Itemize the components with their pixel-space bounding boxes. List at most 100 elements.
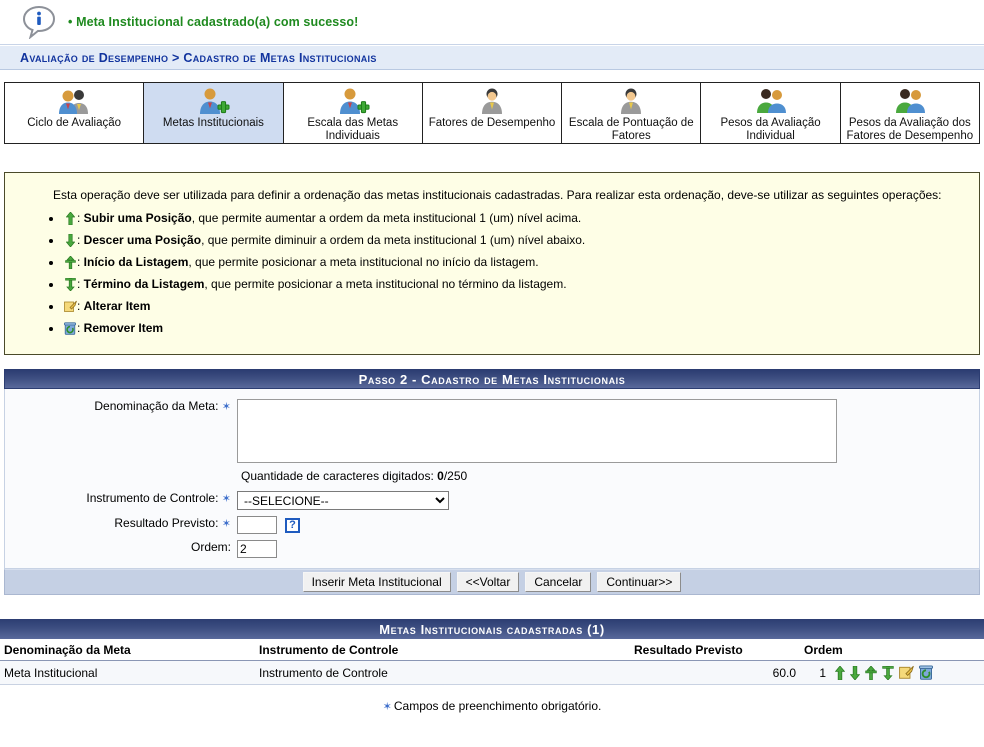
- cell-ordem-actions: 1: [800, 660, 984, 685]
- instruction-desc: , que permite posicionar a meta instituc…: [204, 277, 567, 291]
- table-head: Denominação da Meta Instrumento de Contr…: [0, 639, 984, 661]
- column-ordem: Ordem: [800, 639, 984, 661]
- delete-icon: [63, 322, 77, 340]
- results-table-wrap: Metas Institucionais cadastradas (1) Den…: [0, 619, 984, 685]
- field-row-denominacao: Denominação da Meta: ✶: [5, 399, 979, 463]
- character-counter: Quantidade de caracteres digitados: 0/25…: [241, 469, 979, 483]
- cancelar-button[interactable]: Cancelar: [525, 572, 592, 592]
- form-section-header: Passo 2 - Cadastro de Metas Instituciona…: [4, 369, 980, 389]
- move-to-top-icon: [63, 255, 77, 274]
- metas-institucionais-table: Denominação da Meta Instrumento de Contr…: [0, 639, 984, 685]
- form-button-row: Inserir Meta Institucional <<Voltar Canc…: [4, 569, 980, 595]
- resultado-label-text: Resultado Previsto:: [114, 516, 219, 530]
- form-body: Denominação da Meta: ✶ Quantidade de car…: [4, 389, 980, 569]
- instrumento-control: --SELECIONE--: [237, 491, 449, 510]
- tab-fatores-de-desempenho[interactable]: Fatores de Desempenho: [422, 83, 563, 143]
- tab-metas-institucionais[interactable]: Metas Institucionais: [144, 83, 284, 143]
- instruction-item: : Alterar Item: [63, 298, 965, 318]
- row-arrow-down-icon[interactable]: [850, 665, 860, 680]
- instruction-sep: :: [77, 233, 84, 247]
- continuar-button[interactable]: Continuar>>: [597, 572, 682, 592]
- instructions-box: Esta operação deve ser utilizada para de…: [4, 172, 980, 355]
- help-question-icon[interactable]: ?: [285, 517, 300, 533]
- tab-pesos-da-avaliacao-dos-fatores-de-desempenho[interactable]: Pesos da Avaliação dos Fatores de Desemp…: [840, 83, 979, 143]
- tab-label: Escala das Metas Individuais: [307, 117, 399, 142]
- field-row-ordem: Ordem:: [5, 540, 979, 558]
- required-marker: ✶: [221, 518, 231, 530]
- denominacao-control: [237, 399, 837, 463]
- instruction-item: : Subir uma Posição, que permite aumenta…: [63, 210, 965, 230]
- breadcrumb-text: Avaliação de Desempenho > Cadastro de Me…: [20, 50, 377, 65]
- field-row-instrumento: Instrumento de Controle: ✶ --SELECIONE--: [5, 491, 979, 510]
- move-to-bottom-icon: [63, 277, 77, 296]
- row-delete-icon[interactable]: [919, 665, 933, 680]
- arrow-down-icon: [63, 233, 77, 252]
- resultado-control: ?: [237, 516, 300, 534]
- row-move-to-top-icon[interactable]: [865, 665, 877, 680]
- column-instrumento: Instrumento de Controle: [255, 639, 630, 661]
- success-message-label: Meta Institucional cadastrado(a) com suc…: [76, 15, 359, 29]
- voltar-button[interactable]: <<Voltar: [456, 572, 520, 592]
- success-message-text: • Meta Institucional cadastrado(a) com s…: [68, 15, 358, 29]
- instruction-sep: :: [77, 277, 84, 291]
- two-users-green-icon: [892, 86, 928, 116]
- instruction-term: Descer uma Posição: [83, 233, 202, 247]
- user-add-icon: [195, 86, 231, 116]
- required-marker: ✶: [382, 701, 392, 713]
- tab-escala-das-metas-individuais[interactable]: Escala das Metas Individuais: [283, 83, 423, 143]
- instruction-sep: :: [77, 299, 84, 313]
- denominacao-textarea[interactable]: [237, 399, 837, 463]
- two-users-green-icon: [753, 86, 789, 116]
- instruction-term: Subir uma Posição: [83, 211, 192, 225]
- instruction-sep: :: [77, 211, 84, 225]
- instruction-desc: , que permite aumentar a ordem da meta i…: [191, 211, 582, 225]
- column-resultado: Resultado Previsto: [630, 639, 800, 661]
- inserir-meta-institucional-button[interactable]: Inserir Meta Institucional: [302, 572, 451, 592]
- tab-escala-de-pontuacao-de-fatores[interactable]: Escala de Pontuação de Fatores: [562, 83, 702, 143]
- tab-strip: Ciclo de Avaliação Metas Institucionais: [4, 82, 980, 144]
- charcount-current: 0: [437, 469, 444, 483]
- row-move-to-bottom-icon[interactable]: [882, 665, 894, 680]
- arrow-up-icon: [63, 211, 77, 230]
- instruction-sep: :: [77, 321, 84, 335]
- instruction-term: Início da Listagem: [83, 255, 189, 269]
- ordem-input[interactable]: [237, 540, 277, 558]
- instruction-term: Alterar Item: [83, 299, 151, 313]
- tab-pesos-da-avaliacao-individual[interactable]: Pesos da Avaliação Individual: [701, 83, 841, 143]
- success-message-bar: • Meta Institucional cadastrado(a) com s…: [0, 0, 984, 45]
- results-table-title: Metas Institucionais cadastradas (1): [0, 619, 984, 639]
- instruction-item: : Início da Listagem, que permite posici…: [63, 254, 965, 274]
- footnote-text: Campos de preenchimento obrigatório.: [393, 699, 602, 713]
- tab-label: Ciclo de Avaliação: [27, 117, 122, 129]
- info-bubble-icon: [22, 5, 56, 39]
- field-row-resultado: Resultado Previsto: ✶ ?: [5, 516, 979, 534]
- table-header-row: Denominação da Meta Instrumento de Contr…: [0, 639, 984, 661]
- user-add-icon: [335, 86, 371, 116]
- cell-denominacao: Meta Institucional: [0, 660, 255, 685]
- table-body: Meta Institucional Instrumento de Contro…: [0, 660, 984, 685]
- row-actions: 1: [804, 665, 980, 680]
- cell-instrumento: Instrumento de Controle: [255, 660, 630, 685]
- instrumento-label-text: Instrumento de Controle:: [86, 491, 219, 505]
- instruction-sep: :: [77, 255, 84, 269]
- resultado-previsto-input[interactable]: [237, 516, 277, 534]
- resultado-label: Resultado Previsto: ✶: [5, 516, 237, 530]
- instrumento-label: Instrumento de Controle: ✶: [5, 491, 237, 505]
- bullet-glyph: •: [68, 15, 73, 29]
- user-gray-icon: [613, 86, 649, 116]
- instruction-desc: , que permite posicionar a meta instituc…: [188, 255, 539, 269]
- instruction-item: : Descer uma Posição, que permite diminu…: [63, 232, 965, 252]
- row-arrow-up-icon[interactable]: [835, 665, 845, 680]
- instruction-item: : Remover Item: [63, 320, 965, 340]
- denominacao-label-text: Denominação da Meta:: [94, 399, 219, 413]
- denominacao-label: Denominação da Meta: ✶: [5, 399, 237, 413]
- tab-ciclo-de-avaliacao[interactable]: Ciclo de Avaliação: [5, 83, 145, 143]
- instrumento-de-controle-select[interactable]: --SELECIONE--: [237, 491, 449, 510]
- tab-label: Fatores de Desempenho: [428, 117, 556, 129]
- cell-resultado: 60.0: [630, 660, 800, 685]
- table-row: Meta Institucional Instrumento de Contro…: [0, 660, 984, 685]
- tab-label: Pesos da Avaliação dos Fatores de Desemp…: [846, 117, 974, 142]
- tab-label: Escala de Pontuação de Fatores: [568, 117, 694, 142]
- ordem-control: [237, 540, 277, 558]
- row-edit-icon[interactable]: [899, 665, 914, 680]
